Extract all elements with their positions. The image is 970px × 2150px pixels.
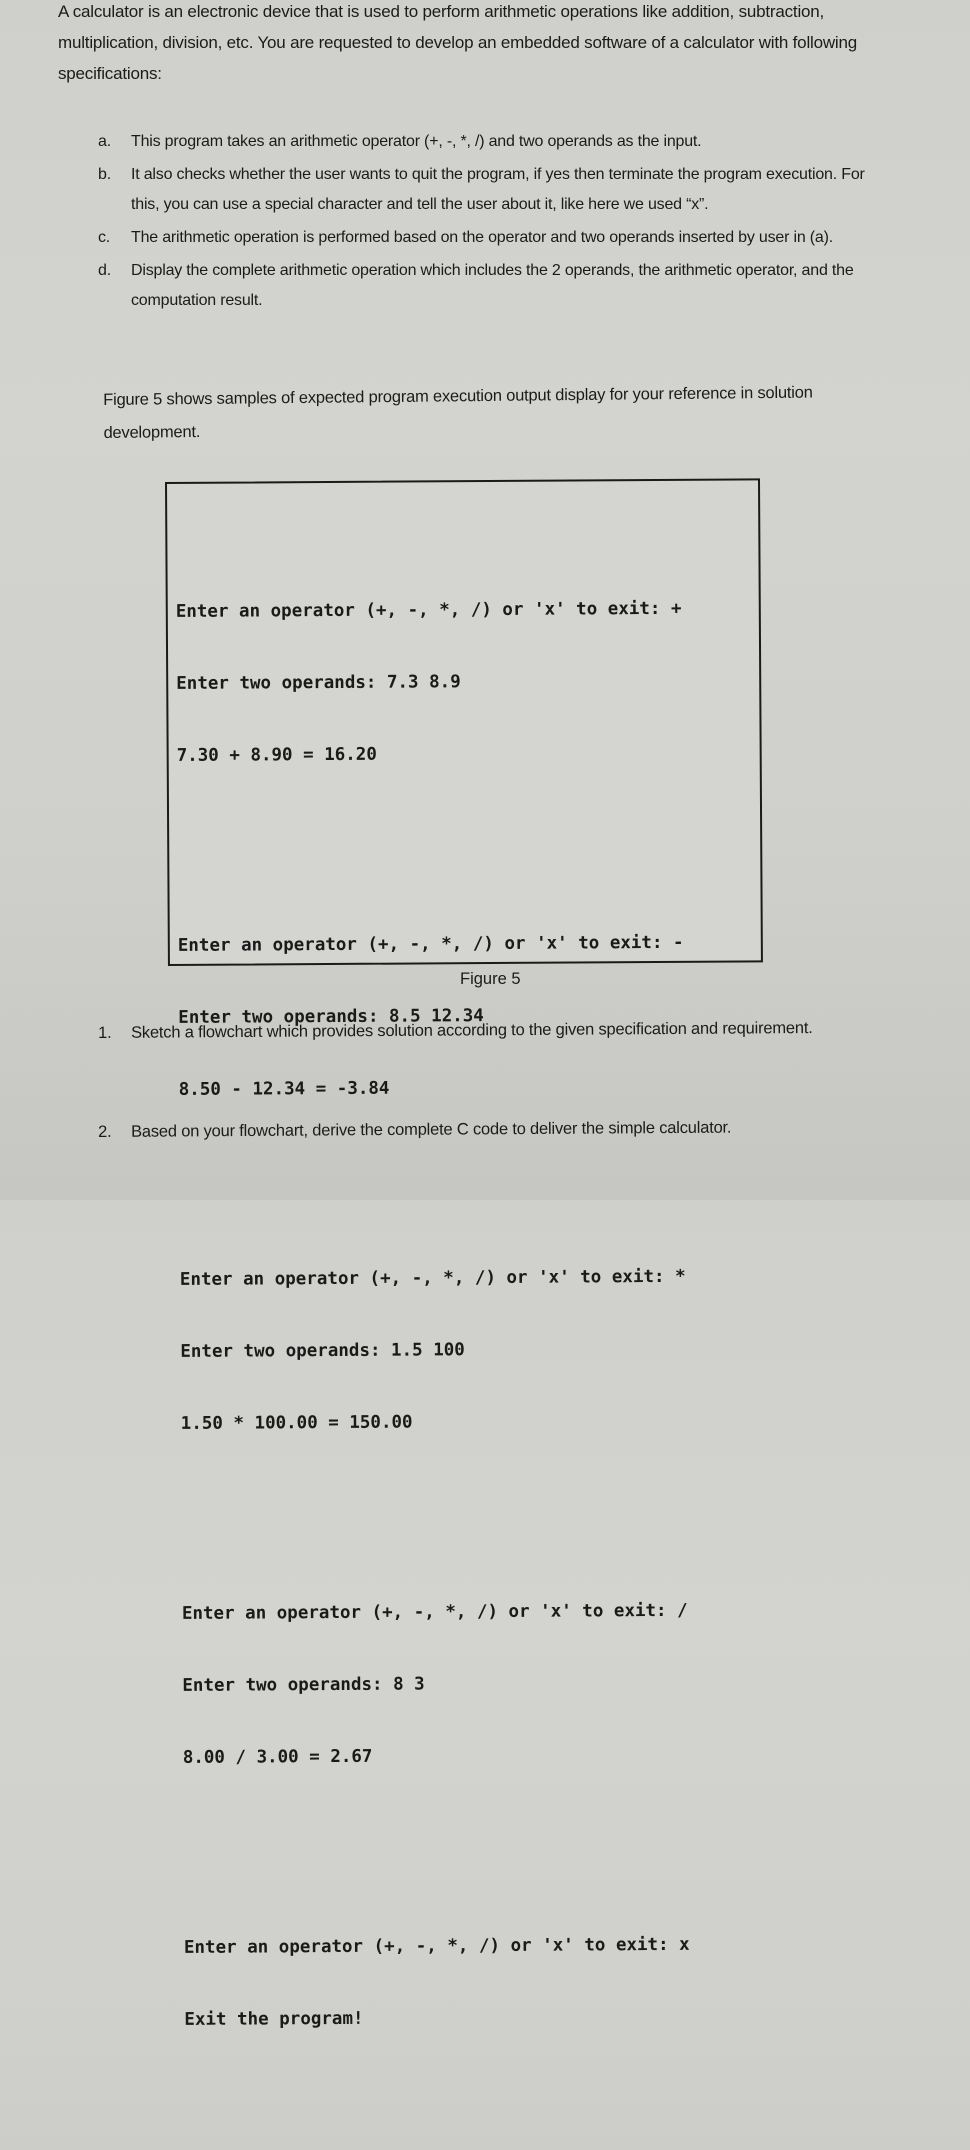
- console-prompt-line: Enter an operator (+, -, *, /) or 'x' to…: [179, 1266, 686, 1290]
- console-output: Enter an operator (+, -, *, /) or 'x' to…: [175, 501, 691, 2150]
- spec-item-a: a. This program takes an arithmetic oper…: [98, 127, 878, 157]
- console-block-addition: Enter an operator (+, -, *, /) or 'x' to…: [175, 549, 682, 816]
- console-result-line: 1.50 * 100.00 = 150.00: [180, 1412, 413, 1434]
- console-output-figure: Enter an operator (+, -, *, /) or 'x' to…: [165, 478, 763, 2030]
- spec-item-c: c. The arithmetic operation is performed…: [98, 223, 878, 253]
- question-list: 1. Sketch a flowchart which provides sol…: [98, 1019, 948, 1142]
- spec-text: This program takes an arithmetic operato…: [131, 133, 702, 150]
- console-operands-line: Enter two operands: 7.3 8.9: [176, 672, 461, 694]
- question-text: Based on your flowchart, derive the comp…: [130, 1118, 732, 1141]
- spec-item-b: b. It also checks whether the user wants…: [98, 160, 878, 220]
- intro-paragraph: A calculator is an electronic device tha…: [58, 0, 878, 89]
- console-block-exit: Enter an operator (+, -, *, /) or 'x' to…: [184, 1885, 691, 2080]
- spec-marker: d.: [98, 262, 111, 279]
- figure-caption: Figure 5: [460, 970, 521, 988]
- question-text: Sketch a flowchart which provides soluti…: [130, 1019, 813, 1042]
- figure-reference-paragraph: Figure 5 shows samples of expected progr…: [103, 383, 813, 442]
- spec-text: It also checks whether the user wants to…: [131, 166, 865, 213]
- intro-text: A calculator is an electronic device tha…: [58, 2, 858, 83]
- spec-text: Display the complete arithmetic operatio…: [131, 262, 854, 309]
- console-result-line: 7.30 + 8.90 = 16.20: [176, 744, 377, 766]
- question-number: 1.: [98, 1023, 112, 1042]
- console-block-division: Enter an operator (+, -, *, /) or 'x' to…: [182, 1551, 689, 1818]
- spec-marker: a.: [98, 133, 111, 150]
- console-operands-line: Enter two operands: 1.5 100: [180, 1340, 465, 1362]
- console-prompt-line: Enter an operator (+, -, *, /) or 'x' to…: [175, 598, 682, 622]
- document-page: A calculator is an electronic device tha…: [0, 0, 970, 2030]
- console-exit-line: Exit the program!: [184, 2008, 364, 2030]
- question-2: 2. Based on your flowchart, derive the c…: [98, 1117, 948, 1142]
- console-prompt-line: Enter an operator (+, -, *, /) or 'x' to…: [177, 932, 684, 956]
- console-operands-line: Enter two operands: 8 3: [182, 1674, 425, 1696]
- spec-marker: c.: [98, 229, 111, 246]
- spec-text: The arithmetic operation is performed ba…: [131, 229, 833, 246]
- console-result-line: 8.00 / 3.00 = 2.67: [182, 1746, 373, 1768]
- console-block-multiplication: Enter an operator (+, -, *, /) or 'x' to…: [180, 1217, 687, 1484]
- specification-list: a. This program takes an arithmetic oper…: [98, 127, 878, 319]
- console-prompt-line: Enter an operator (+, -, *, /) or 'x' to…: [181, 1600, 688, 1624]
- question-number: 2.: [98, 1122, 112, 1141]
- spec-marker: b.: [98, 166, 111, 183]
- console-prompt-line: Enter an operator (+, -, *, /) or 'x' to…: [183, 1934, 690, 1958]
- spec-item-d: d. Display the complete arithmetic opera…: [98, 256, 878, 316]
